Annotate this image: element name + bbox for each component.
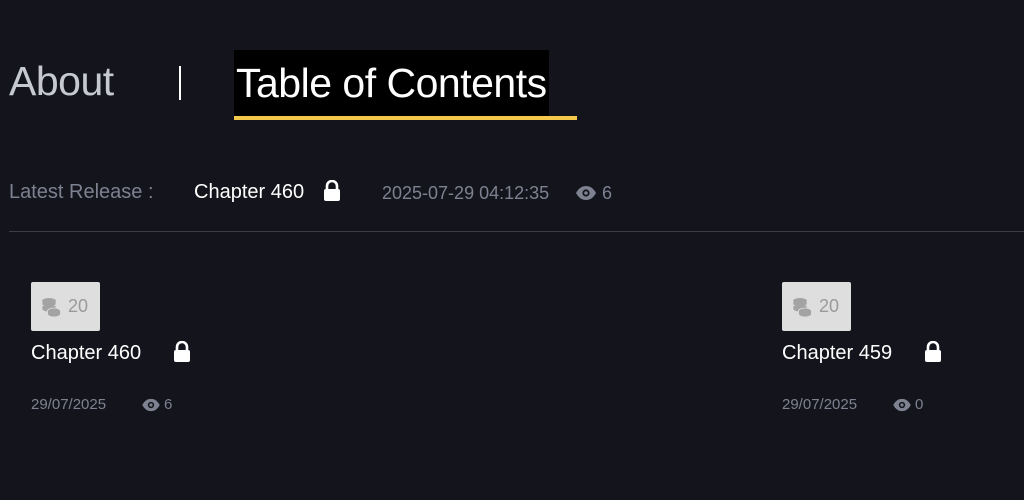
coin-price-badge: 20 (31, 282, 100, 331)
coins-icon (791, 296, 813, 323)
eye-icon (892, 398, 912, 417)
lock-icon (172, 340, 192, 368)
chapter-card[interactable]: 20 Chapter 459 29/07/2025 0 (782, 282, 1022, 422)
latest-release-row: Latest Release : Chapter 460 2025-07-29 … (9, 178, 1009, 206)
price-value: 20 (68, 296, 89, 316)
latest-release-chapter-link[interactable]: Chapter 460 (194, 181, 304, 204)
chapter-view-count: 6 (164, 396, 173, 413)
chapter-date: 29/07/2025 (31, 396, 107, 413)
divider-line (9, 231, 1024, 232)
lock-icon (322, 179, 342, 208)
chapter-title[interactable]: Chapter 459 (782, 342, 892, 365)
tab-table-of-contents[interactable]: Table of Contents (234, 50, 549, 116)
chapter-card[interactable]: 20 Chapter 460 29/07/2025 6 (31, 282, 271, 422)
chapter-view-count: 0 (915, 396, 924, 413)
tab-about[interactable]: About (9, 58, 114, 105)
price-value: 20 (819, 296, 840, 316)
latest-release-label: Latest Release : (9, 181, 154, 203)
coin-price-badge: 20 (782, 282, 851, 331)
eye-icon (141, 398, 161, 417)
chapter-title[interactable]: Chapter 460 (31, 342, 141, 365)
chapter-date: 29/07/2025 (782, 396, 858, 413)
eye-icon (575, 184, 597, 207)
tab-bar: About Table of Contents (9, 50, 709, 120)
tab-divider (179, 66, 181, 100)
latest-release-view-count: 6 (602, 183, 613, 203)
active-tab-underline (234, 116, 577, 120)
lock-icon (923, 340, 943, 368)
page: About Table of Contents Latest Release :… (0, 0, 1024, 500)
latest-release-timestamp: 2025-07-29 04:12:35 (382, 183, 550, 203)
coins-icon (40, 296, 62, 323)
